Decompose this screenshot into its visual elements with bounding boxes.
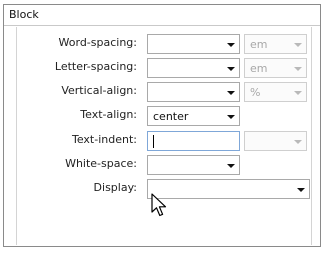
text-align-select[interactable]: center — [147, 106, 240, 126]
white-space-label: White-space: — [65, 157, 137, 170]
vertical-align-select[interactable] — [147, 82, 240, 102]
letter-spacing-unit-select[interactable]: em — [244, 58, 307, 78]
chevron-down-icon — [227, 115, 235, 119]
panel-title: Block — [4, 5, 320, 26]
word-spacing-label: Word-spacing: — [58, 36, 137, 49]
text-indent-input[interactable] — [147, 131, 240, 151]
chevron-down-icon — [294, 140, 302, 144]
chevron-down-icon — [227, 67, 235, 71]
white-space-select[interactable] — [147, 155, 240, 175]
letter-spacing-label: Letter-spacing: — [54, 60, 137, 73]
chevron-down-icon — [294, 43, 302, 47]
chevron-down-icon — [294, 91, 302, 95]
vertical-align-label: Vertical-align: — [61, 84, 137, 97]
chevron-down-icon — [297, 188, 305, 192]
chevron-down-icon — [227, 43, 235, 47]
chevron-down-icon — [227, 164, 235, 168]
text-indent-label: Text-indent: — [72, 133, 137, 146]
text-align-label: Text-align: — [80, 108, 137, 121]
letter-spacing-select[interactable] — [147, 58, 240, 78]
text-indent-unit-select[interactable] — [244, 131, 307, 151]
chevron-down-icon — [294, 67, 302, 71]
display-select[interactable] — [147, 179, 310, 199]
word-spacing-unit-select[interactable]: em — [244, 34, 307, 54]
display-label: Display: — [93, 181, 137, 194]
text-caret — [153, 135, 154, 148]
block-panel: Block Word-spacing: em Letter-spacing: e… — [3, 4, 321, 247]
chevron-down-icon — [227, 91, 235, 95]
word-spacing-select[interactable] — [147, 34, 240, 54]
vertical-align-unit-select[interactable]: % — [244, 82, 307, 102]
